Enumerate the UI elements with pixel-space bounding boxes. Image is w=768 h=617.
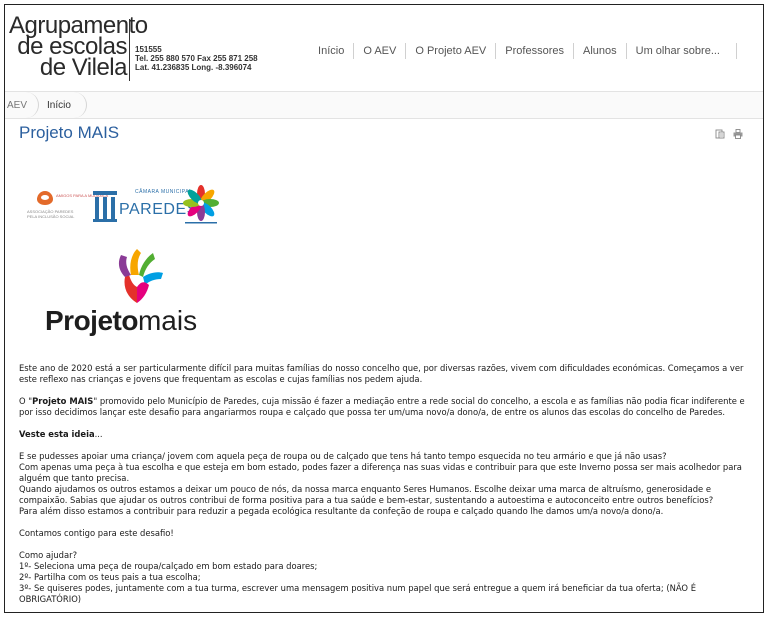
nav-item-projeto-aev[interactable]: O Projeto AEV	[405, 43, 495, 59]
breadcrumb: AEV Início	[5, 91, 763, 119]
paragraph-intro: Este ano de 2020 está a ser particularme…	[19, 363, 744, 384]
article-body: Este ano de 2020 está a ser particularme…	[19, 363, 749, 605]
colorful-hands-icon	[118, 249, 163, 303]
phone-fax: Tel. 255 880 570 Fax 255 871 258	[135, 54, 258, 63]
print-icon[interactable]	[733, 129, 743, 139]
camara-paredes-logo: CÂMARA MUNICIPAL PAREDES	[91, 183, 197, 227]
projeto-mais-logo: Projetomais	[35, 245, 197, 341]
browser-page: Agrupamento de escolas de Vilela 151555 …	[4, 4, 764, 613]
breadcrumb-current[interactable]: Início	[47, 100, 71, 111]
main-nav: Início O AEV O Projeto AEV Professores A…	[309, 43, 737, 59]
camara-building-icon	[93, 191, 117, 222]
appeal-line-1: E se pudesses apoiar uma criança/ jovem …	[19, 451, 667, 461]
nav-item-um-olhar-sobre[interactable]: Um olhar sobre...	[625, 43, 737, 59]
coordinates: Lat. 41.236835 Long. -8.396074	[135, 63, 252, 72]
wordmark-light: mais	[137, 305, 198, 336]
breadcrumb-separator	[25, 92, 39, 118]
nav-item-o-aev[interactable]: O AEV	[353, 43, 405, 59]
site-header: Agrupamento de escolas de Vilela 151555 …	[5, 5, 763, 91]
appeal-line-3: Quando ajudamos os outros estamos a deix…	[19, 484, 714, 505]
breadcrumb-separator	[73, 92, 87, 118]
partner-logos-image: AMIGOS PARA A MUDANÇA ASSOCIAÇÃO PAREDES…	[27, 183, 237, 233]
text-veste-ideia-bold: Veste esta ideia	[19, 429, 95, 439]
text-ellipsis: ...	[94, 429, 103, 439]
paragraph-projeto-mais: O "Projeto MAIS" promovido pelo Municípi…	[19, 396, 749, 418]
step-3: 3º- Se quiseres podes, juntamente com a …	[19, 583, 696, 604]
article-tools	[715, 129, 743, 139]
paragraph-contamos: Contamos contigo para este desafio!	[19, 528, 174, 538]
logo-divider	[129, 19, 130, 81]
school-code: 151555	[135, 45, 162, 54]
page-title: Projeto MAIS	[19, 123, 120, 142]
text-projeto-mais-bold: Projeto MAIS	[32, 396, 94, 406]
nav-item-inicio[interactable]: Início	[309, 43, 353, 59]
paragraph-veste-ideia: Veste esta ideia...	[19, 429, 749, 440]
contact-info: 151555 Tel. 255 880 570 Fax 255 871 258 …	[135, 45, 258, 72]
appeal-line-2: Com apenas uma peça à tua escolha e que …	[19, 462, 742, 483]
nav-item-alunos[interactable]: Alunos	[572, 43, 626, 59]
flower-logo-icon	[183, 185, 219, 224]
appeal-line-4: Para além disso estamos a contribuir par…	[19, 506, 664, 516]
logo-line-3: de Vilela	[39, 54, 128, 81]
text-projeto-mais-rest: " promovido pelo Município de Paredes, c…	[19, 396, 745, 417]
assoc-paredes-logo: AMIGOS PARA A MUDANÇA ASSOCIAÇÃO PAREDES…	[27, 191, 108, 225]
paragraph-como-ajudar: Como ajudar? 1º- Seleciona uma peça de r…	[19, 550, 749, 605]
breadcrumb-home[interactable]: AEV	[7, 100, 27, 111]
wordmark-bold: Projeto	[45, 305, 138, 336]
step-2: 2º- Partilha com os teus pais a tua esco…	[19, 572, 201, 582]
text-quote-open: O "	[19, 396, 33, 406]
step-1: 1º- Seleciona uma peça de roupa/calçado …	[19, 561, 318, 571]
assoc-symbol-center	[41, 195, 49, 200]
como-ajudar-heading: Como ajudar?	[19, 550, 78, 560]
assoc-name: ASSOCIAÇÃO PAREDES PELA INCLUSÃO SOCIAL	[27, 209, 74, 219]
school-logo[interactable]: Agrupamento de escolas de Vilela	[9, 14, 148, 81]
projeto-mais-wordmark: Projetomais	[45, 305, 197, 337]
paragraph-appeal: E se pudesses apoiar uma criança/ jovem …	[19, 451, 749, 517]
assoc-name-line-2: PELA INCLUSÃO SOCIAL	[27, 214, 75, 219]
nav-item-professores[interactable]: Professores	[495, 43, 573, 59]
pdf-icon[interactable]	[715, 129, 725, 139]
